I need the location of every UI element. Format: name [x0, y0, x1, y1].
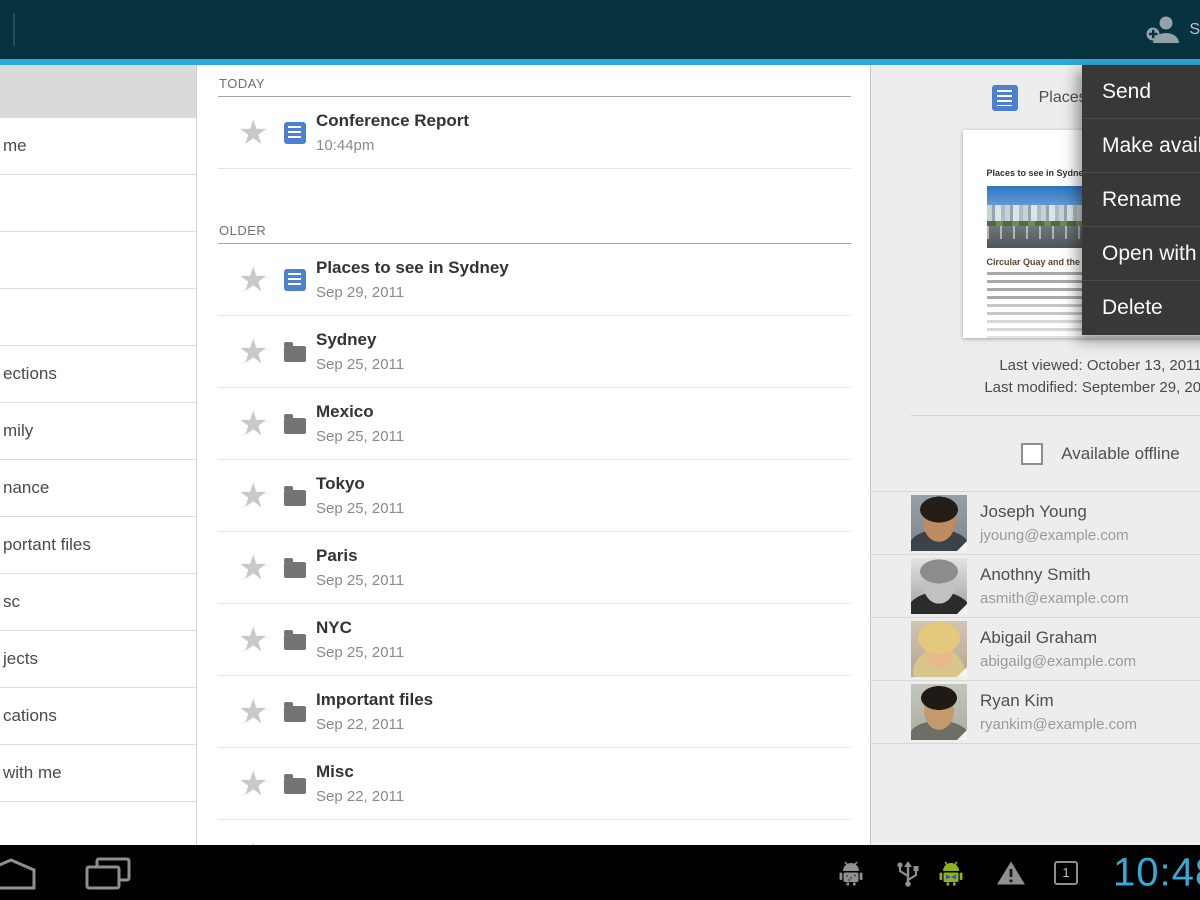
- last-viewed-text: Last viewed: October 13, 2011: [871, 355, 1200, 377]
- share-action[interactable]: S: [1143, 0, 1200, 59]
- sidebar-item-finance[interactable]: nance: [0, 460, 196, 517]
- usb-icon[interactable]: [894, 858, 922, 888]
- adb-robot-icon[interactable]: [838, 860, 864, 886]
- context-menu: Send Make available offline Rename Open …: [1082, 65, 1200, 335]
- file-title: Conference Report: [316, 110, 469, 132]
- avatar: [911, 558, 967, 614]
- sidebar-item-misc[interactable]: sc: [0, 574, 196, 631]
- menu-item-rename[interactable]: Rename: [1082, 173, 1200, 227]
- folder-row-nyc[interactable]: ★ NYC Sep 25, 2011: [218, 604, 851, 676]
- star-icon[interactable]: ★: [238, 337, 268, 367]
- person-row[interactable]: Anothny Smith asmith@example.com: [871, 555, 1200, 618]
- folder-icon: [284, 346, 306, 362]
- avatar: [911, 495, 967, 551]
- folder-row-mexico[interactable]: ★ Mexico Sep 25, 2011: [218, 388, 851, 460]
- sharing-list: Joseph Young jyoung@example.com Anothny …: [871, 491, 1200, 744]
- share-action-label: S: [1189, 21, 1200, 39]
- app-icon-edge: [13, 13, 15, 46]
- system-bar: 1 10:48: [0, 845, 1200, 900]
- folder-row-projects-partial[interactable]: ★ Projects: [218, 820, 851, 845]
- sidebar-item[interactable]: me: [0, 118, 196, 175]
- star-icon[interactable]: ★: [238, 697, 268, 727]
- star-icon[interactable]: ★: [238, 553, 268, 583]
- star-icon[interactable]: ★: [238, 265, 268, 295]
- star-icon[interactable]: ★: [238, 409, 268, 439]
- sidebar-item-collections[interactable]: ections: [0, 346, 196, 403]
- document-icon: [284, 269, 306, 291]
- last-modified-text: Last modified: September 29, 2011: [871, 377, 1200, 399]
- file-row-places-to-see-in-sydney[interactable]: ★ Places to see in Sydney Sep 29, 2011: [218, 244, 851, 316]
- sidebar: me ections mily nance portant files sc j…: [0, 65, 197, 845]
- clock[interactable]: 10:48: [1113, 850, 1200, 895]
- folder-icon: [284, 490, 306, 506]
- available-offline-checkbox[interactable]: [1021, 443, 1043, 465]
- folder-icon: [284, 778, 306, 794]
- star-icon[interactable]: ★: [238, 118, 268, 148]
- menu-item-send[interactable]: Send: [1082, 65, 1200, 119]
- folder-icon: [284, 706, 306, 722]
- action-bar: S: [0, 0, 1200, 59]
- android-robot-icon[interactable]: [938, 860, 964, 886]
- file-row-conference-report[interactable]: ★ Conference Report 10:44pm: [218, 97, 851, 169]
- recent-apps-button[interactable]: [84, 855, 132, 891]
- folder-icon: [284, 634, 306, 650]
- person-row[interactable]: Abigail Graham abigailg@example.com: [871, 618, 1200, 681]
- divider: [911, 415, 1200, 416]
- file-list: TODAY ★ Conference Report 10:44pm OLDER …: [198, 65, 870, 845]
- sidebar-item-important-files[interactable]: portant files: [0, 517, 196, 574]
- section-header-today: TODAY: [218, 65, 851, 97]
- available-offline-row: Available offline: [871, 443, 1200, 465]
- sidebar-item-selected[interactable]: [0, 65, 196, 118]
- section-header-older: OLDER: [218, 169, 851, 244]
- sidebar-item-vacations[interactable]: cations: [0, 688, 196, 745]
- sidebar-item-projects[interactable]: jects: [0, 631, 196, 688]
- star-icon[interactable]: ★: [238, 769, 268, 799]
- folder-row-important-files[interactable]: ★ Important files Sep 22, 2011: [218, 676, 851, 748]
- folder-icon: [284, 418, 306, 434]
- add-person-icon: [1143, 14, 1181, 46]
- folder-row-misc[interactable]: ★ Misc Sep 22, 2011: [218, 748, 851, 820]
- folder-icon: [284, 562, 306, 578]
- sidebar-item[interactable]: [0, 802, 196, 845]
- app-screen: S me ections mily nance portant files sc…: [0, 0, 1200, 900]
- home-button[interactable]: [0, 856, 37, 890]
- sidebar-item[interactable]: [0, 289, 196, 346]
- available-offline-label: Available offline: [1061, 444, 1179, 464]
- sidebar-item[interactable]: [0, 175, 196, 232]
- file-date: 10:44pm: [316, 135, 469, 156]
- avatar: [911, 621, 967, 677]
- sidebar-item-shared-with-me[interactable]: with me: [0, 745, 196, 802]
- person-row[interactable]: Ryan Kim ryankim@example.com: [871, 681, 1200, 744]
- menu-item-delete[interactable]: Delete: [1082, 281, 1200, 335]
- notification-count-icon[interactable]: 1: [1054, 861, 1078, 885]
- sidebar-item[interactable]: [0, 232, 196, 289]
- menu-item-make-available-offline[interactable]: Make available offline: [1082, 119, 1200, 173]
- warning-icon[interactable]: [996, 859, 1026, 886]
- star-icon[interactable]: ★: [238, 481, 268, 511]
- document-icon: [284, 122, 306, 144]
- document-icon: [992, 85, 1018, 111]
- sidebar-item-family[interactable]: mily: [0, 403, 196, 460]
- avatar: [911, 684, 967, 740]
- menu-item-open-with[interactable]: Open with: [1082, 227, 1200, 281]
- folder-row-paris[interactable]: ★ Paris Sep 25, 2011: [218, 532, 851, 604]
- folder-row-sydney[interactable]: ★ Sydney Sep 25, 2011: [218, 316, 851, 388]
- person-row[interactable]: Joseph Young jyoung@example.com: [871, 492, 1200, 555]
- folder-row-tokyo[interactable]: ★ Tokyo Sep 25, 2011: [218, 460, 851, 532]
- star-icon[interactable]: ★: [238, 625, 268, 655]
